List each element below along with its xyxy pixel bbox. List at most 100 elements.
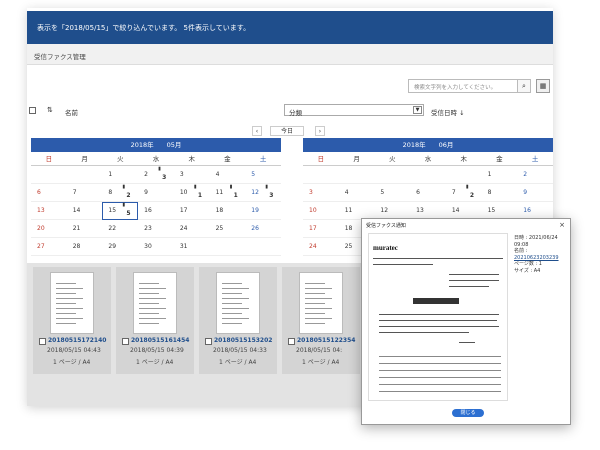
- calendar-day[interactable]: 7 ▮ 2: [445, 184, 482, 202]
- calendar-day[interactable]: 13: [31, 202, 67, 220]
- calendar-day[interactable]: 16: [138, 202, 174, 220]
- calendar-day[interactable]: 22: [102, 220, 139, 238]
- calendar-day[interactable]: 6: [410, 184, 446, 202]
- calendar-day[interactable]: 28: [66, 238, 103, 256]
- calendar-day[interactable]: 18: [209, 202, 246, 220]
- calendar-day[interactable]: 29: [102, 238, 139, 256]
- calendar-day[interactable]: 10: [303, 202, 339, 220]
- day-number: 17: [309, 225, 317, 232]
- column-name[interactable]: 名前: [65, 107, 78, 117]
- chevron-down-icon: ▼: [413, 106, 422, 114]
- fax-pages: 1 ページ / A4: [219, 359, 257, 366]
- search-input[interactable]: 検索文字列を入力してください。: [408, 79, 531, 93]
- search-icon[interactable]: ⌕: [517, 79, 531, 93]
- day-number: 19: [251, 207, 259, 214]
- fax-document-icon: ▮: [265, 184, 269, 190]
- calendar-day: [303, 166, 339, 184]
- day-number: 15: [108, 207, 117, 214]
- calendar-day[interactable]: 31: [173, 238, 210, 256]
- day-number: 31: [179, 243, 188, 250]
- day-number: 25: [344, 243, 353, 250]
- calendar-day[interactable]: 3: [173, 166, 210, 184]
- fax-checkbox[interactable]: [205, 338, 212, 345]
- calendar-day[interactable]: 10 ▮ 1: [173, 184, 210, 202]
- calendar-day[interactable]: 2 ▮ 3: [138, 166, 174, 184]
- calendar-day[interactable]: 27: [31, 238, 67, 256]
- fax-thumbnail[interactable]: [299, 272, 343, 334]
- calendar-day[interactable]: 7: [66, 184, 103, 202]
- fax-name-link[interactable]: 20180515122354: [297, 337, 355, 344]
- weekday-header: 水: [410, 152, 446, 166]
- close-button[interactable]: 閉じる: [452, 409, 484, 417]
- calendar-day[interactable]: 17: [173, 202, 210, 220]
- calendar-day[interactable]: 3: [303, 184, 339, 202]
- fax-date: 2018/05/15 04:33: [213, 347, 267, 354]
- calendar-day[interactable]: 5: [245, 166, 281, 184]
- calendar-day[interactable]: 24: [173, 220, 210, 238]
- day-number: 1: [487, 171, 492, 178]
- info-size-value: A4: [533, 267, 541, 274]
- info-name-link[interactable]: 20210623203239: [514, 255, 559, 261]
- sort-icon[interactable]: ⇅: [47, 106, 53, 114]
- close-icon[interactable]: ×: [559, 221, 565, 229]
- calendar-day[interactable]: 8: [481, 184, 518, 202]
- fax-checkbox[interactable]: [288, 338, 295, 345]
- calendar-day[interactable]: 4: [209, 166, 246, 184]
- fax-card[interactable]: 20180515172140 2018/05/15 04:43 1 ページ / A4: [33, 267, 111, 374]
- calendar-day[interactable]: 20: [31, 220, 67, 238]
- category-select[interactable]: 分類 ▼: [284, 104, 424, 117]
- fax-thumbnail[interactable]: [216, 272, 260, 334]
- calendar-day[interactable]: 9: [517, 184, 553, 202]
- calendar-day[interactable]: 15 ▮ 5: [102, 202, 139, 220]
- fax-thumbnail[interactable]: [50, 272, 94, 334]
- calendar-day[interactable]: 17: [303, 220, 339, 238]
- fax-name-link[interactable]: 20180515161454: [131, 337, 189, 344]
- day-number: 24: [179, 225, 188, 232]
- next-month-button[interactable]: ›: [315, 126, 325, 136]
- calendar-day[interactable]: 9: [138, 184, 174, 202]
- weekday-header: 金: [481, 152, 518, 166]
- fax-card[interactable]: 20180515122354 2018/05/15 04: 1 ページ / A4: [282, 267, 360, 374]
- fax-count: 3: [162, 174, 167, 181]
- fax-checkbox[interactable]: [39, 338, 46, 345]
- fax-date: 2018/05/15 04:: [296, 347, 343, 354]
- preview-text-line: [379, 326, 499, 327]
- calendar-day[interactable]: 2: [517, 166, 553, 184]
- calendar-day[interactable]: 24: [303, 238, 339, 256]
- calendar-day[interactable]: 14: [66, 202, 103, 220]
- fax-count: 1: [197, 192, 203, 199]
- calendar-day[interactable]: 1: [102, 166, 139, 184]
- select-all-checkbox[interactable]: [29, 107, 36, 114]
- day-number: 14: [72, 207, 81, 214]
- fax-thumbnail[interactable]: [133, 272, 177, 334]
- day-number: 11: [215, 189, 224, 196]
- calendar-day[interactable]: 12 ▮ 3: [245, 184, 281, 202]
- calendar-day[interactable]: 8 ▮ 2: [102, 184, 139, 202]
- calendar-title: 2018年 06月: [303, 138, 553, 152]
- day-number: 16: [144, 207, 152, 214]
- day-number: 15: [487, 207, 496, 214]
- calendar-day: [66, 166, 103, 184]
- weekday-header: 日: [31, 152, 67, 166]
- fax-checkbox[interactable]: [122, 338, 129, 345]
- calendar-day[interactable]: 30: [138, 238, 174, 256]
- calendar-day[interactable]: 21: [66, 220, 103, 238]
- prev-month-button[interactable]: ‹: [252, 126, 262, 136]
- calendar-day[interactable]: 11 ▮ 1: [209, 184, 246, 202]
- fax-name-link[interactable]: 20180515153202: [214, 337, 272, 344]
- calendar-day[interactable]: 23: [138, 220, 174, 238]
- column-received-date[interactable]: 受信日時 ↓: [431, 107, 465, 117]
- calendar-day[interactable]: 4: [338, 184, 375, 202]
- calendar-day[interactable]: 5: [374, 184, 411, 202]
- calendar-day[interactable]: 1: [481, 166, 518, 184]
- calendar-day[interactable]: 26: [245, 220, 281, 238]
- fax-card[interactable]: 20180515161454 2018/05/15 04:39 1 ページ / A4: [116, 267, 194, 374]
- fax-name-link[interactable]: 20180515172140: [48, 337, 106, 344]
- calendar-day[interactable]: 25: [209, 220, 246, 238]
- calendar-day[interactable]: 19: [245, 202, 281, 220]
- fax-card[interactable]: 20180515153202 2018/05/15 04:33 1 ページ / A4: [199, 267, 277, 374]
- day-number: 6: [416, 189, 420, 196]
- calendar-icon[interactable]: ▦: [536, 79, 550, 93]
- calendar-day[interactable]: 6: [31, 184, 67, 202]
- today-button[interactable]: 今日: [270, 126, 304, 136]
